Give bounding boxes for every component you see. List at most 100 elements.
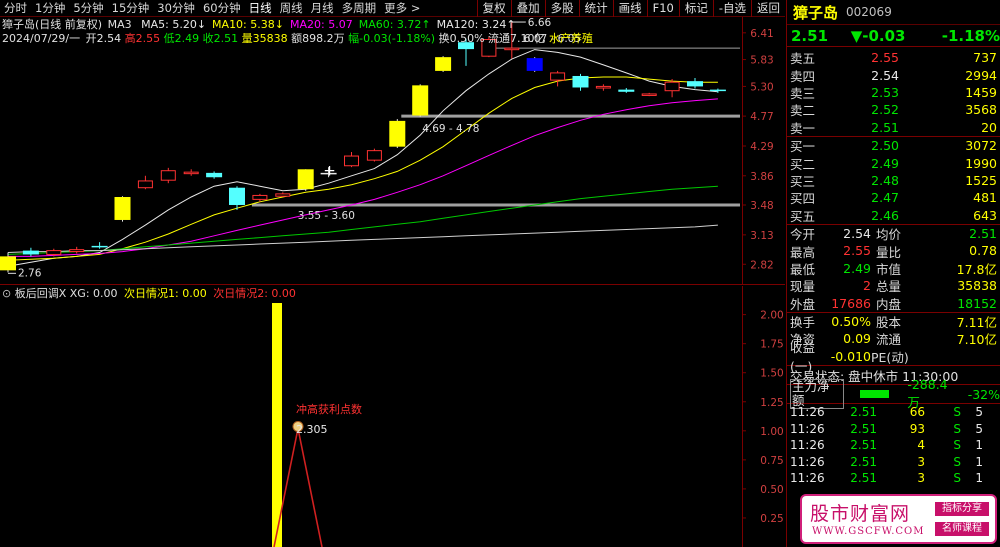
tick-t: 11:26 [790, 405, 825, 420]
indicator-xg: XG: 0.00 [69, 287, 118, 300]
level-price: 2.50 [871, 138, 899, 154]
toolbar-button[interactable]: 多股 [544, 0, 579, 17]
tick-p: 2.51 [850, 405, 877, 420]
price-tick-label: 4.29 [750, 141, 773, 153]
timeframe-tab[interactable]: 周线 [276, 0, 307, 17]
stat-row: 外盘 17686 内盘 18152 [787, 294, 1000, 312]
candle[interactable] [22, 247, 39, 257]
candle[interactable] [389, 119, 406, 148]
timeframe-tab[interactable]: 15分钟 [108, 0, 154, 17]
stats-block-2: 换手 0.50% 股本 7.11亿 净资 0.09 流通 7.10亿 收益(一) -0.010 PE… [787, 311, 1000, 374]
candle[interactable] [69, 246, 85, 254]
stat-row: 今开 2.54 均价 2.51 [787, 225, 1000, 242]
candle[interactable] [526, 57, 543, 72]
candle[interactable] [618, 88, 635, 93]
order-level-row[interactable]: 买二 2.49 1990 [787, 154, 1000, 172]
candle[interactable] [160, 167, 176, 184]
bar-info-line: 2024/07/29/一 开2.54 高2.55 低2.49 收2.51 量35… [2, 32, 593, 46]
collapse-icon[interactable]: ⊙ [2, 287, 11, 300]
candle[interactable] [550, 70, 566, 87]
vol-value: 35838 [252, 32, 288, 45]
level-volume: 643 [973, 207, 997, 223]
candle[interactable] [344, 151, 359, 168]
close-value: 2.51 [213, 32, 239, 45]
order-level-row[interactable]: 买五 2.46 643 [787, 207, 1000, 224]
indicator-svg[interactable]: 2.00 1.75 1.50 1.25 1.00 0.75 0.50 0.25 [0, 286, 785, 547]
toolbar-button[interactable]: 复权 [476, 0, 511, 17]
candle[interactable] [114, 196, 131, 222]
order-level-row[interactable]: 买四 2.47 481 [787, 189, 1000, 206]
candle-body [641, 93, 657, 96]
candle[interactable] [641, 92, 657, 97]
kline-svg[interactable]: 6.41 5.83 5.30 4.77 4.29 3.86 3.48 3.13 2.82 6.66… [0, 17, 785, 285]
tick-x: 1 [975, 454, 983, 469]
toolbar-button[interactable]: -自选 [712, 0, 751, 17]
order-level-row[interactable]: 卖二 2.52 3568 [787, 101, 1000, 118]
toolbar-button[interactable]: 叠加 [510, 0, 545, 17]
order-level-row[interactable]: 卖三 2.53 1459 [787, 84, 1000, 101]
order-level-row[interactable]: 卖一 2.51 20 [787, 119, 1000, 136]
candle[interactable] [687, 78, 703, 89]
candle[interactable] [183, 169, 199, 176]
candle[interactable] [709, 88, 726, 93]
stat-key: 市值 [875, 261, 901, 277]
high-value: 2.55 [135, 32, 161, 45]
timeframe-tab[interactable]: 分时 [0, 0, 31, 17]
candle[interactable] [297, 169, 314, 191]
timeframe-tab[interactable]: 更多 > [380, 0, 424, 17]
candle[interactable] [595, 84, 611, 91]
timeframe-tab[interactable]: 1分钟 [31, 0, 69, 17]
tick-list[interactable]: 11:26 2.51 66 S 5 11:26 2.51 93 S 5 11:26 2.51 4 S 1 11… [787, 403, 1000, 487]
tick-t: 11:26 [790, 438, 825, 453]
stat-key: 股本 [875, 315, 901, 331]
stat-row: 现量 2 总量 35838 [787, 277, 1000, 294]
chg-key: 幅 [348, 32, 360, 45]
candle[interactable] [572, 73, 589, 91]
level-label: 卖五 [790, 51, 816, 67]
toolbar-button[interactable]: 画线 [612, 0, 647, 17]
toolbar-button[interactable]: 返回 [751, 0, 785, 17]
timeframe-tab[interactable]: 多周期 [338, 0, 381, 17]
indicator-chart[interactable]: 2.00 1.75 1.50 1.25 1.00 0.75 0.50 0.25 ⊙ 板后回调X… [0, 286, 785, 547]
candle[interactable] [0, 252, 16, 273]
candle[interactable] [664, 79, 680, 98]
level-price: 2.54 [871, 67, 899, 83]
level-volume: 1990 [965, 155, 997, 171]
order-level-row[interactable]: 买一 2.50 3072 [787, 137, 1000, 154]
order-level-row[interactable]: 卖四 2.54 2994 [787, 66, 1000, 84]
kline-chart[interactable]: 6.41 5.83 5.30 4.77 4.29 3.86 3.48 3.13 2.82 6.66… [0, 17, 785, 285]
stock-header: 獐子岛 002069 [787, 0, 1000, 25]
level-price: 2.55 [871, 50, 899, 66]
level-volume: 3072 [965, 138, 997, 154]
level-price: 2.46 [871, 207, 899, 223]
toolbar-button[interactable]: F10 [646, 0, 679, 17]
indicator-name[interactable]: 板后回调X [15, 287, 67, 300]
order-level-row[interactable]: 买三 2.48 1525 [787, 172, 1000, 189]
toolbar-button[interactable]: 标记 [678, 0, 713, 17]
candle[interactable] [137, 175, 153, 190]
indicator-s1: 次日情况1: 0.00 [124, 287, 207, 300]
watermark-url: WWW.GSCFW.COM [812, 526, 925, 537]
timeframe-tab[interactable]: 30分钟 [153, 0, 199, 17]
stat-key: 内盘 [875, 296, 901, 312]
watermark-tag-indicators: 指标分享 [935, 502, 989, 516]
timeframe-tab[interactable]: 5分钟 [69, 0, 107, 17]
candle[interactable] [91, 242, 108, 249]
timeframe-tab[interactable]: 月线 [307, 0, 338, 17]
candle-body [572, 75, 589, 88]
low-key: 低 [163, 32, 175, 45]
candle[interactable] [435, 56, 452, 72]
stat-key: 总量 [875, 279, 901, 295]
candle[interactable] [412, 84, 429, 117]
toolbar-button[interactable]: 统计 [578, 0, 613, 17]
order-level-row[interactable]: 卖五 2.55 737 [787, 49, 1000, 66]
timeframe-tab[interactable]: 60分钟 [199, 0, 245, 17]
support-zone-mid [401, 114, 740, 118]
timeframe-tab[interactable]: 日线 [245, 0, 276, 17]
candle[interactable] [206, 171, 223, 179]
candle[interactable] [275, 192, 291, 198]
candle[interactable] [366, 148, 382, 162]
toolbar-buttons: 复权 叠加 多股 统计 画线 F10 标记 -自选 返回 [476, 0, 785, 17]
stat-value: 2.54 [843, 226, 871, 242]
level-label: 卖一 [790, 120, 816, 136]
